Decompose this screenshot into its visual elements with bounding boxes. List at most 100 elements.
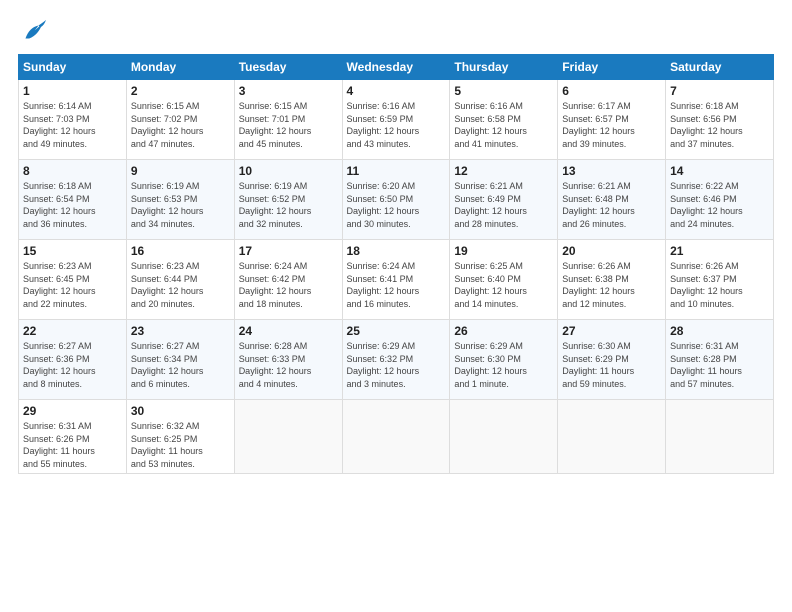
day-info: Sunrise: 6:26 AMSunset: 6:38 PMDaylight:…	[562, 260, 661, 310]
calendar-cell: 10Sunrise: 6:19 AMSunset: 6:52 PMDayligh…	[234, 160, 342, 240]
day-number: 12	[454, 164, 553, 178]
calendar-cell: 29 Sunrise: 6:31 AMSunset: 6:26 PMDayligh…	[19, 400, 127, 474]
calendar-cell	[234, 400, 342, 474]
day-info: Sunrise: 6:23 AMSunset: 6:45 PMDaylight:…	[23, 260, 122, 310]
logo	[18, 18, 50, 46]
calendar-header-row: SundayMondayTuesdayWednesdayThursdayFrid…	[19, 55, 774, 80]
calendar-cell: 30 Sunrise: 6:32 AMSunset: 6:25 PMDayligh…	[126, 400, 234, 474]
calendar-cell: 26 Sunrise: 6:29 AMSunset: 6:30 PMDayligh…	[450, 320, 558, 400]
calendar-week-row-4: 22 Sunrise: 6:27 AMSunset: 6:36 PMDayligh…	[19, 320, 774, 400]
day-number: 2	[131, 84, 230, 98]
calendar-cell: 19 Sunrise: 6:25 AMSunset: 6:40 PMDayligh…	[450, 240, 558, 320]
calendar-cell: 18 Sunrise: 6:24 AMSunset: 6:41 PMDayligh…	[342, 240, 450, 320]
day-number: 27	[562, 324, 661, 338]
day-number: 15	[23, 244, 122, 258]
calendar-cell	[342, 400, 450, 474]
weekday-header-saturday: Saturday	[666, 55, 774, 80]
calendar-cell: 11 Sunrise: 6:20 AMSunset: 6:50 PMDayligh…	[342, 160, 450, 240]
calendar-week-row-1: 1 Sunrise: 6:14 AMSunset: 7:03 PMDaylight…	[19, 80, 774, 160]
day-number: 21	[670, 244, 769, 258]
day-number: 5	[454, 84, 553, 98]
day-info: Sunrise: 6:16 AMSunset: 6:59 PMDaylight:…	[347, 100, 446, 150]
day-info: Sunrise: 6:20 AMSunset: 6:50 PMDaylight:…	[347, 180, 446, 230]
day-number: 29	[23, 404, 122, 418]
calendar-cell: 2 Sunrise: 6:15 AMSunset: 7:02 PMDaylight…	[126, 80, 234, 160]
day-number: 16	[131, 244, 230, 258]
calendar-cell: 28 Sunrise: 6:31 AMSunset: 6:28 PMDayligh…	[666, 320, 774, 400]
day-info: Sunrise: 6:27 AMSunset: 6:36 PMDaylight:…	[23, 340, 122, 390]
day-info: Sunrise: 6:19 AMSunset: 6:53 PMDaylight:…	[131, 180, 230, 230]
day-number: 3	[239, 84, 338, 98]
day-number: 23	[131, 324, 230, 338]
calendar-cell	[558, 400, 666, 474]
calendar-cell: 1 Sunrise: 6:14 AMSunset: 7:03 PMDaylight…	[19, 80, 127, 160]
page: SundayMondayTuesdayWednesdayThursdayFrid…	[0, 0, 792, 484]
day-number: 11	[347, 164, 446, 178]
day-number: 9	[131, 164, 230, 178]
day-info: Sunrise: 6:14 AMSunset: 7:03 PMDaylight:…	[23, 100, 122, 150]
day-number: 17	[239, 244, 338, 258]
weekday-header-wednesday: Wednesday	[342, 55, 450, 80]
day-number: 19	[454, 244, 553, 258]
day-number: 1	[23, 84, 122, 98]
day-info: Sunrise: 6:15 AMSunset: 7:02 PMDaylight:…	[131, 100, 230, 150]
day-number: 25	[347, 324, 446, 338]
calendar-cell: 12 Sunrise: 6:21 AMSunset: 6:49 PMDayligh…	[450, 160, 558, 240]
calendar-table: SundayMondayTuesdayWednesdayThursdayFrid…	[18, 54, 774, 474]
day-number: 20	[562, 244, 661, 258]
calendar-cell: 25 Sunrise: 6:29 AMSunset: 6:32 PMDayligh…	[342, 320, 450, 400]
day-number: 24	[239, 324, 338, 338]
calendar-cell: 4 Sunrise: 6:16 AMSunset: 6:59 PMDaylight…	[342, 80, 450, 160]
calendar-cell: 9 Sunrise: 6:19 AMSunset: 6:53 PMDaylight…	[126, 160, 234, 240]
calendar-cell: 15 Sunrise: 6:23 AMSunset: 6:45 PMDayligh…	[19, 240, 127, 320]
day-number: 26	[454, 324, 553, 338]
day-info: Sunrise: 6:24 AMSunset: 6:41 PMDaylight:…	[347, 260, 446, 310]
weekday-header-monday: Monday	[126, 55, 234, 80]
calendar-cell: 14 Sunrise: 6:22 AMSunset: 6:46 PMDayligh…	[666, 160, 774, 240]
calendar-cell: 13 Sunrise: 6:21 AMSunset: 6:48 PMDayligh…	[558, 160, 666, 240]
calendar-cell: 6Sunrise: 6:17 AMSunset: 6:57 PMDaylight…	[558, 80, 666, 160]
day-number: 13	[562, 164, 661, 178]
calendar-week-row-2: 8Sunrise: 6:18 AMSunset: 6:54 PMDaylight…	[19, 160, 774, 240]
day-info: Sunrise: 6:29 AMSunset: 6:30 PMDaylight:…	[454, 340, 553, 390]
day-info: Sunrise: 6:21 AMSunset: 6:48 PMDaylight:…	[562, 180, 661, 230]
header	[18, 18, 774, 46]
day-info: Sunrise: 6:29 AMSunset: 6:32 PMDaylight:…	[347, 340, 446, 390]
calendar-cell: 24 Sunrise: 6:28 AMSunset: 6:33 PMDayligh…	[234, 320, 342, 400]
day-info: Sunrise: 6:16 AMSunset: 6:58 PMDaylight:…	[454, 100, 553, 150]
day-info: Sunrise: 6:22 AMSunset: 6:46 PMDaylight:…	[670, 180, 769, 230]
day-info: Sunrise: 6:21 AMSunset: 6:49 PMDaylight:…	[454, 180, 553, 230]
day-number: 18	[347, 244, 446, 258]
day-info: Sunrise: 6:15 AMSunset: 7:01 PMDaylight:…	[239, 100, 338, 150]
calendar-cell	[666, 400, 774, 474]
day-info: Sunrise: 6:32 AMSunset: 6:25 PMDaylight:…	[131, 420, 230, 470]
day-info: Sunrise: 6:28 AMSunset: 6:33 PMDaylight:…	[239, 340, 338, 390]
day-info: Sunrise: 6:30 AMSunset: 6:29 PMDaylight:…	[562, 340, 661, 390]
calendar-cell: 8Sunrise: 6:18 AMSunset: 6:54 PMDaylight…	[19, 160, 127, 240]
calendar-cell: 17 Sunrise: 6:24 AMSunset: 6:42 PMDayligh…	[234, 240, 342, 320]
weekday-header-tuesday: Tuesday	[234, 55, 342, 80]
day-number: 7	[670, 84, 769, 98]
calendar-cell	[450, 400, 558, 474]
day-number: 30	[131, 404, 230, 418]
day-info: Sunrise: 6:31 AMSunset: 6:28 PMDaylight:…	[670, 340, 769, 390]
day-info: Sunrise: 6:24 AMSunset: 6:42 PMDaylight:…	[239, 260, 338, 310]
calendar-cell: 5 Sunrise: 6:16 AMSunset: 6:58 PMDaylight…	[450, 80, 558, 160]
day-info: Sunrise: 6:31 AMSunset: 6:26 PMDaylight:…	[23, 420, 122, 470]
day-info: Sunrise: 6:19 AMSunset: 6:52 PMDaylight:…	[239, 180, 338, 230]
calendar-cell: 20 Sunrise: 6:26 AMSunset: 6:38 PMDayligh…	[558, 240, 666, 320]
day-info: Sunrise: 6:25 AMSunset: 6:40 PMDaylight:…	[454, 260, 553, 310]
day-number: 6	[562, 84, 661, 98]
day-number: 4	[347, 84, 446, 98]
calendar-cell: 22 Sunrise: 6:27 AMSunset: 6:36 PMDayligh…	[19, 320, 127, 400]
day-info: Sunrise: 6:27 AMSunset: 6:34 PMDaylight:…	[131, 340, 230, 390]
day-number: 22	[23, 324, 122, 338]
day-number: 14	[670, 164, 769, 178]
weekday-header-friday: Friday	[558, 55, 666, 80]
logo-icon	[18, 18, 46, 46]
day-number: 28	[670, 324, 769, 338]
day-info: Sunrise: 6:26 AMSunset: 6:37 PMDaylight:…	[670, 260, 769, 310]
day-number: 8	[23, 164, 122, 178]
calendar-cell: 23 Sunrise: 6:27 AMSunset: 6:34 PMDayligh…	[126, 320, 234, 400]
calendar-cell: 3 Sunrise: 6:15 AMSunset: 7:01 PMDaylight…	[234, 80, 342, 160]
